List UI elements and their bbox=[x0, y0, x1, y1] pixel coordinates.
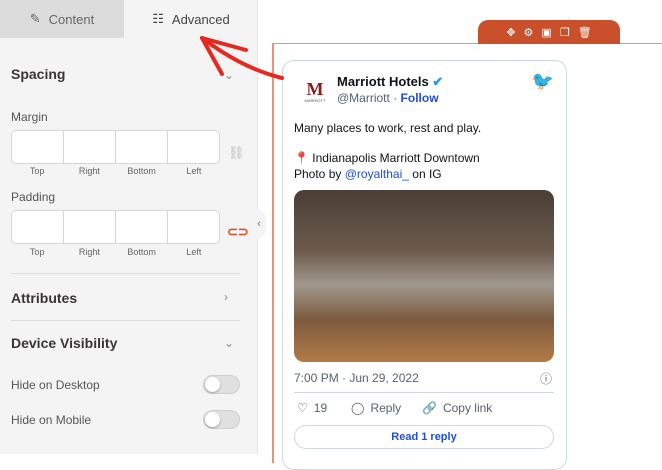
tab-content[interactable]: ✎ Content bbox=[0, 0, 124, 38]
like-button[interactable]: ♡ 19 bbox=[297, 401, 327, 415]
padding-right-input[interactable] bbox=[64, 211, 116, 243]
collapse-sidebar-button[interactable]: ‹ bbox=[252, 210, 266, 238]
hide-desktop-label: Hide on Desktop bbox=[11, 378, 100, 392]
settings-sidebar: ✎ Content ☷ Advanced Spacing ⌄ Margin ⛓ To… bbox=[0, 0, 258, 454]
hide-mobile-label: Hide on Mobile bbox=[11, 413, 92, 427]
duplicate-icon[interactable]: ❐ bbox=[560, 26, 570, 39]
twitter-bird-icon[interactable]: 🐦 bbox=[532, 71, 554, 92]
margin-left-input[interactable] bbox=[168, 131, 219, 163]
margin-label: Margin bbox=[11, 110, 48, 124]
padding-bottom-input[interactable] bbox=[116, 211, 168, 243]
pin-icon: 📍 bbox=[294, 151, 309, 165]
padding-left-input[interactable] bbox=[168, 211, 219, 243]
info-icon[interactable]: ⓘ bbox=[540, 370, 552, 387]
comment-icon: ◯ bbox=[351, 401, 365, 415]
device-visibility-heading[interactable]: Device Visibility bbox=[11, 335, 117, 351]
photo-user-link[interactable]: @royalthai_ bbox=[345, 167, 409, 181]
spacing-heading[interactable]: Spacing bbox=[11, 66, 65, 82]
link-icon: 🔗 bbox=[422, 401, 437, 415]
divider bbox=[11, 320, 240, 321]
heart-icon: ♡ bbox=[297, 401, 308, 415]
divider bbox=[11, 273, 240, 274]
block-toolbar: ✥ ⚙ ▣ ❐ 🗑 bbox=[478, 20, 620, 44]
move-icon[interactable]: ✥ bbox=[506, 26, 515, 39]
tweet-text: Many places to work, rest and play. bbox=[294, 121, 482, 135]
attributes-heading[interactable]: Attributes bbox=[11, 290, 77, 306]
hide-mobile-toggle[interactable] bbox=[203, 410, 240, 429]
chevron-down-icon[interactable]: ⌄ bbox=[224, 336, 234, 350]
padding-inputs bbox=[11, 210, 220, 244]
save-icon[interactable]: ▣ bbox=[541, 26, 551, 39]
tweet-photo[interactable] bbox=[294, 190, 554, 362]
hide-desktop-toggle[interactable] bbox=[203, 375, 240, 394]
tweet-timestamp[interactable]: 7:00 PM · Jun 29, 2022 bbox=[294, 371, 419, 385]
padding-top-input[interactable] bbox=[12, 211, 64, 243]
unlink-icon[interactable]: ⛓ bbox=[228, 145, 245, 161]
margin-side-labels: Top Right Bottom Left bbox=[29, 166, 202, 176]
account-name[interactable]: Marriott Hotels bbox=[337, 74, 429, 89]
padding-label: Padding bbox=[11, 190, 56, 204]
verified-icon: ✔ bbox=[432, 74, 444, 89]
sliders-icon: ☷ bbox=[152, 11, 164, 26]
gear-icon[interactable]: ⚙ bbox=[524, 26, 534, 39]
tab-advanced[interactable]: ☷ Advanced bbox=[124, 0, 258, 38]
follow-link[interactable]: Follow bbox=[401, 91, 439, 105]
divider bbox=[294, 392, 554, 393]
margin-right-input[interactable] bbox=[64, 131, 116, 163]
chevron-down-icon[interactable]: ⌄ bbox=[224, 68, 234, 82]
padding-side-labels: Top Right Bottom Left bbox=[29, 247, 202, 257]
link-icon[interactable]: ⊂⊃ bbox=[227, 224, 249, 240]
trash-icon[interactable]: 🗑 bbox=[578, 26, 592, 39]
margin-inputs bbox=[11, 130, 220, 164]
marriott-logo[interactable]: M MARRIOTT bbox=[297, 73, 333, 109]
margin-top-input[interactable] bbox=[12, 131, 64, 163]
chevron-right-icon[interactable]: › bbox=[224, 290, 228, 304]
tweet-location: Indianapolis Marriott Downtown bbox=[312, 151, 480, 165]
tweet-card: M MARRIOTT Marriott Hotels ✔ @Marriott ·… bbox=[282, 60, 567, 470]
account-handle[interactable]: @Marriott bbox=[337, 91, 390, 105]
margin-bottom-input[interactable] bbox=[116, 131, 168, 163]
copy-link-button[interactable]: 🔗 Copy link bbox=[422, 401, 492, 415]
reply-button[interactable]: ◯ Reply bbox=[351, 401, 401, 415]
read-reply-button[interactable]: Read 1 reply bbox=[294, 425, 554, 449]
pencil-icon: ✎ bbox=[29, 11, 41, 26]
